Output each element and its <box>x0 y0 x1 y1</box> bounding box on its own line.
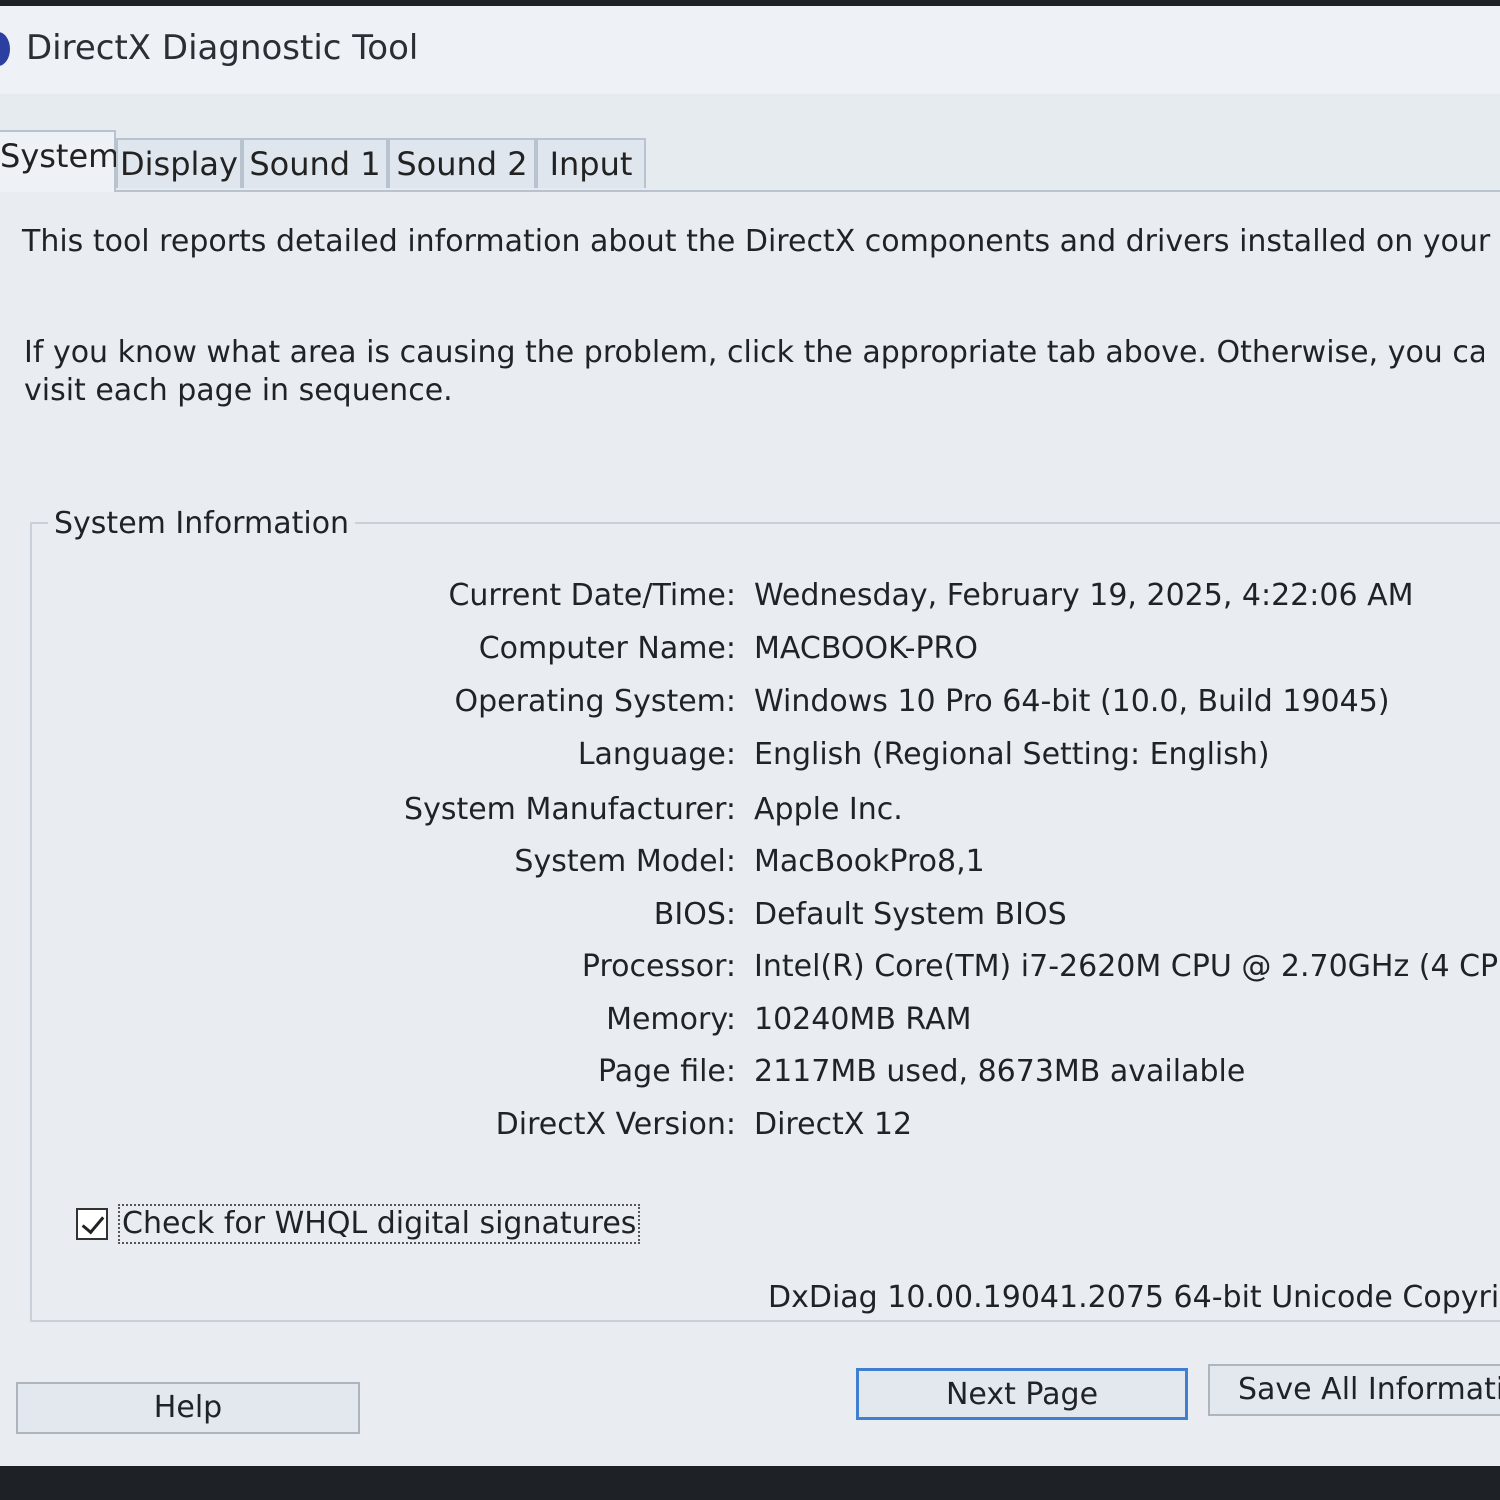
info-label: Processor: <box>581 949 736 984</box>
info-row-date-time: Current Date/Time: Wednesday, February 1… <box>32 578 1500 618</box>
version-copyright-text: DxDiag 10.00.19041.2075 64-bit Unicode C… <box>768 1280 1500 1315</box>
intro-text: This tool reports detailed information a… <box>22 224 1500 259</box>
info-row-directx-version: DirectX Version: DirectX 12 <box>32 1107 1500 1147</box>
info-label: System Manufacturer: <box>404 792 736 827</box>
help-button-label: Help <box>153 1390 223 1425</box>
info-value: DirectX 12 <box>754 1107 913 1142</box>
info-row-language: Language: English (Regional Setting: Eng… <box>32 737 1500 777</box>
tab-system[interactable]: System <box>0 130 119 192</box>
save-all-button-label: Save All Information... <box>1238 1372 1500 1407</box>
info-row-memory: Memory: 10240MB RAM <box>32 1002 1500 1042</box>
tab-sound-1[interactable]: Sound 1 <box>242 138 388 188</box>
info-row-processor: Processor: Intel(R) Core(TM) i7-2620M CP… <box>32 949 1500 989</box>
instructions-line-1: If you know what area is causing the pro… <box>24 335 1484 370</box>
info-row-operating-system: Operating System: Windows 10 Pro 64-bit … <box>32 684 1500 724</box>
whql-checkbox[interactable] <box>76 1208 108 1240</box>
tab-input[interactable]: Input <box>536 138 646 188</box>
info-value: MACBOOK-PRO <box>754 631 979 666</box>
info-row-system-manufacturer: System Manufacturer: Apple Inc. <box>32 792 1500 832</box>
info-value: 10240MB RAM <box>754 1002 972 1037</box>
info-label: DirectX Version: <box>495 1107 736 1142</box>
instructions-text: If you know what area is causing the pro… <box>24 334 1484 410</box>
tab-display[interactable]: Display <box>116 138 242 188</box>
window-title: DirectX Diagnostic Tool <box>26 28 419 68</box>
info-value: Default System BIOS <box>754 897 1067 932</box>
info-value: 2117MB used, 8673MB available <box>754 1054 1246 1089</box>
tab-bar: System Display Sound 1 Sound 2 Input <box>0 130 1500 192</box>
next-page-button-label: Next Page <box>945 1377 1099 1412</box>
whql-checkbox-label[interactable]: Check for WHQL digital signatures <box>118 1204 641 1244</box>
info-label: System Model: <box>514 844 736 879</box>
info-label: Language: <box>577 737 736 772</box>
info-row-page-file: Page file: 2117MB used, 8673MB available <box>32 1054 1500 1094</box>
instructions-line-2: visit each page in sequence. <box>24 373 453 408</box>
help-button[interactable]: Help <box>16 1382 360 1434</box>
info-value: Apple Inc. <box>754 792 903 827</box>
info-value: Windows 10 Pro 64-bit (10.0, Build 19045… <box>754 684 1390 719</box>
info-row-computer-name: Computer Name: MACBOOK-PRO <box>32 631 1500 671</box>
info-label: Page file: <box>598 1054 736 1089</box>
info-row-system-model: System Model: MacBookPro8,1 <box>32 844 1500 884</box>
dxdiag-window: DirectX Diagnostic Tool System Display S… <box>0 6 1500 1466</box>
tab-sound-2[interactable]: Sound 2 <box>388 138 536 188</box>
dxdiag-app-icon <box>0 32 10 66</box>
info-value: English (Regional Setting: English) <box>754 737 1270 772</box>
info-label: Current Date/Time: <box>448 578 736 613</box>
info-label: Memory: <box>606 1002 736 1037</box>
info-value: Wednesday, February 19, 2025, 4:22:06 AM <box>754 578 1414 613</box>
info-label: Computer Name: <box>478 631 736 666</box>
info-label: BIOS: <box>653 897 736 932</box>
system-tab-panel: This tool reports detailed information a… <box>0 192 1500 1466</box>
group-title: System Information <box>48 506 356 541</box>
info-label: Operating System: <box>454 684 737 719</box>
info-value: Intel(R) Core(TM) i7-2620M CPU @ 2.70GHz… <box>754 949 1500 984</box>
save-all-information-button[interactable]: Save All Information... <box>1208 1364 1500 1416</box>
next-page-button[interactable]: Next Page <box>856 1368 1188 1420</box>
title-bar[interactable]: DirectX Diagnostic Tool <box>0 6 1500 94</box>
info-row-bios: BIOS: Default System BIOS <box>32 897 1500 937</box>
system-information-group: System Information Current Date/Time: We… <box>30 506 1500 1322</box>
info-value: MacBookPro8,1 <box>754 844 985 879</box>
